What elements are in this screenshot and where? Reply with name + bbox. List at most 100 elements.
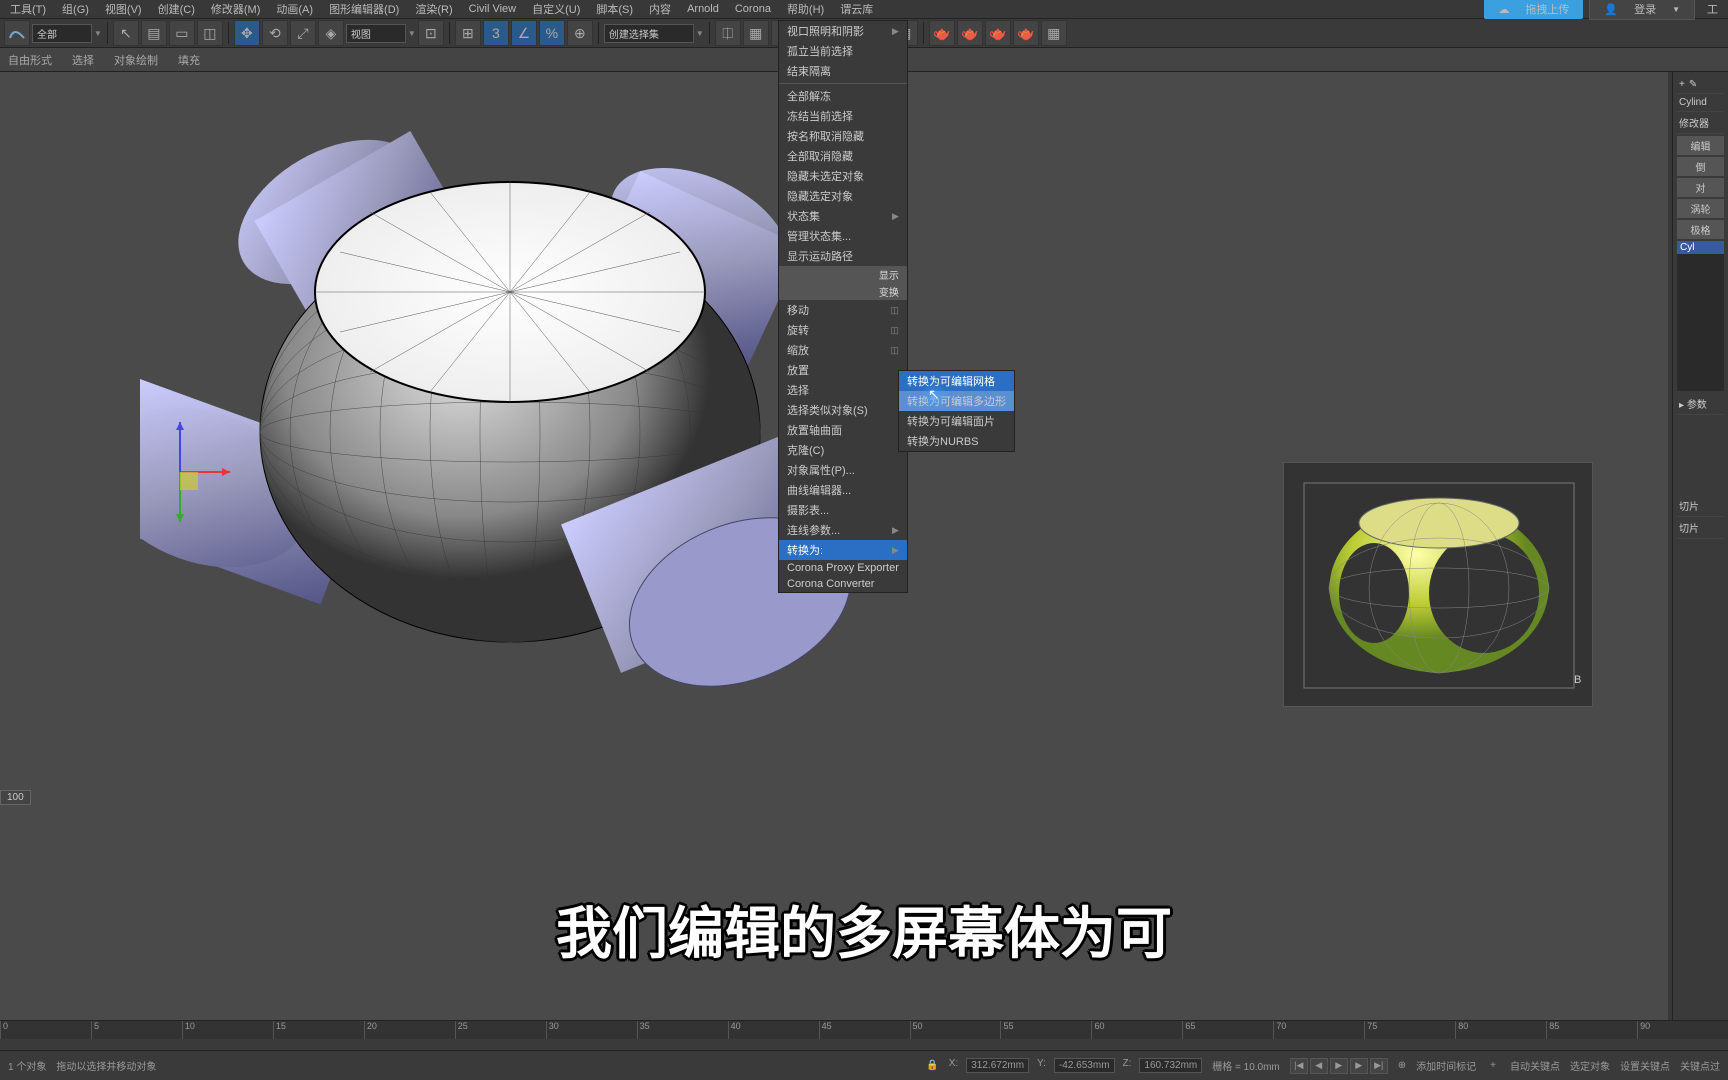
ribbon-tab-objpaint[interactable]: 对象绘制 — [114, 52, 158, 68]
logo-icon[interactable] — [4, 20, 30, 46]
lock-icon[interactable]: 🔒 — [926, 1060, 938, 1071]
pivot-button[interactable]: ⊡ — [418, 20, 444, 46]
selected-obj-label[interactable]: 选定对象 — [1570, 1058, 1610, 1073]
cm-end-isolate[interactable]: 结束隔离 — [779, 61, 907, 81]
menu-cloud[interactable]: 谓云库 — [834, 1, 879, 17]
select-region-button[interactable]: ▭ — [169, 20, 195, 46]
ribbon-tab-freeform[interactable]: 自由形式 — [8, 52, 52, 68]
selection-filter-dropdown[interactable]: 全部 — [32, 24, 92, 43]
cm-select[interactable]: 选择 — [779, 380, 907, 400]
cm-viewport-lighting[interactable]: 视口照明和阴影▶ — [779, 21, 907, 41]
modifier-stack[interactable]: Cyl — [1677, 241, 1724, 391]
menu-groups[interactable]: 组(G) — [56, 1, 95, 17]
timeline[interactable]: 0 5 10 15 20 25 30 35 40 45 50 55 60 65 … — [0, 1020, 1728, 1050]
cm-wire-params[interactable]: 连线参数...▶ — [779, 520, 907, 540]
scale-button[interactable]: ⤢ — [290, 20, 316, 46]
cm-isolate[interactable]: 孤立当前选择 — [779, 41, 907, 61]
timeline-frame-knob[interactable]: 100 — [0, 790, 31, 805]
menu-render[interactable]: 渲染(R) — [409, 1, 458, 17]
percent-snap-button[interactable]: % — [539, 20, 565, 46]
select-by-name-button[interactable]: ▤ — [141, 20, 167, 46]
menu-script[interactable]: 脚本(S) — [590, 1, 639, 17]
mod-btn-lattice[interactable]: 极格 — [1677, 220, 1724, 239]
goto-start-button[interactable]: |◀ — [1290, 1058, 1308, 1074]
cm-to-editmesh[interactable]: 转换为可编辑网格 — [899, 371, 1014, 391]
selection-set-dropdown[interactable]: 创建选择集 — [604, 24, 694, 43]
cm-place-pivot[interactable]: 放置轴曲面 — [779, 420, 907, 440]
autokey-button[interactable]: 自动关键点 — [1510, 1058, 1560, 1073]
coord-y[interactable]: -42.653mm — [1054, 1058, 1115, 1073]
mod-btn-bevel[interactable]: 倒 — [1677, 157, 1724, 176]
mod-btn-turbo[interactable]: 涡轮 — [1677, 199, 1724, 218]
select-button[interactable]: ↖ — [113, 20, 139, 46]
cm-to-editpatch[interactable]: 转换为可编辑面片 — [899, 411, 1014, 431]
cm-hide-sel[interactable]: 隐藏选定对象 — [779, 186, 907, 206]
prev-frame-button[interactable]: ◀ — [1310, 1058, 1328, 1074]
cm-move[interactable]: 移动◫ — [779, 300, 907, 320]
cm-convert-to[interactable]: 转换为:▶ — [779, 540, 907, 560]
menu-animation[interactable]: 动画(A) — [270, 1, 319, 17]
marker-icon[interactable]: ⊕ — [1398, 1060, 1406, 1071]
menu-graph-editor[interactable]: 图形编辑器(D) — [323, 1, 405, 17]
rotate-button[interactable]: ⟲ — [262, 20, 288, 46]
render-prod-button[interactable]: 🫖 — [1013, 20, 1039, 46]
place-button[interactable]: ◈ — [318, 20, 344, 46]
render-frame-button[interactable]: 🫖 — [957, 20, 983, 46]
cm-place[interactable]: 放置 — [779, 360, 907, 380]
coord-x[interactable]: 312.672mm — [966, 1058, 1029, 1073]
render-button[interactable]: 🫖 — [985, 20, 1011, 46]
params-rollout[interactable]: ▸ 参数 — [1677, 393, 1724, 415]
cm-to-editpoly[interactable]: 转换为可编辑多边形 — [899, 391, 1014, 411]
cm-clone[interactable]: 克隆(C) — [779, 440, 907, 460]
workspace-label[interactable]: 工 — [1701, 1, 1724, 17]
menu-help[interactable]: 帮助(H) — [781, 1, 830, 17]
window-crossing-button[interactable]: ◫ — [197, 20, 223, 46]
plus-icon[interactable]: + — [1679, 79, 1685, 90]
ribbon-tab-select[interactable]: 选择 — [72, 52, 94, 68]
upload-button[interactable]: ☁拖拽上传 — [1484, 0, 1583, 19]
object-name[interactable]: Cylind — [1677, 94, 1724, 112]
menu-arnold[interactable]: Arnold — [681, 3, 725, 15]
login-button[interactable]: 👤登录▼ — [1589, 0, 1695, 20]
setkey-button[interactable]: 设置关键点 — [1620, 1058, 1670, 1073]
cm-curve-editor[interactable]: 曲线编辑器... — [779, 480, 907, 500]
cm-show-motion[interactable]: 显示运动路径 — [779, 246, 907, 266]
ref-coord-dropdown[interactable]: 视图 — [346, 24, 406, 43]
align-button[interactable]: ▦ — [743, 20, 769, 46]
menu-customize[interactable]: 自定义(U) — [526, 1, 586, 17]
coord-z[interactable]: 160.732mm — [1139, 1058, 1202, 1073]
cm-state-sets[interactable]: 状态集▶ — [779, 206, 907, 226]
cm-rotate[interactable]: 旋转◫ — [779, 320, 907, 340]
mod-btn-sym[interactable]: 对 — [1677, 178, 1724, 197]
cm-corona-proxy[interactable]: Corona Proxy Exporter — [779, 560, 907, 576]
cm-unhide-byname[interactable]: 按名称取消隐藏 — [779, 126, 907, 146]
plus-key-button[interactable]: + — [1486, 1060, 1500, 1071]
key-filter-button[interactable]: 关键点过 — [1680, 1058, 1720, 1073]
menu-tools[interactable]: 工具(T) — [4, 1, 52, 17]
move-button[interactable]: ✥ — [234, 20, 260, 46]
mirror-button[interactable]: ⎅ — [715, 20, 741, 46]
cm-to-nurbs[interactable]: 转换为NURBS — [899, 431, 1014, 451]
cm-hide-unsel[interactable]: 隐藏未选定对象 — [779, 166, 907, 186]
next-frame-button[interactable]: ▶ — [1350, 1058, 1368, 1074]
cm-manage-state[interactable]: 管理状态集... — [779, 226, 907, 246]
cm-corona-converter[interactable]: Corona Converter — [779, 576, 907, 592]
cm-select-similar[interactable]: 选择类似对象(S) — [779, 400, 907, 420]
mod-btn-edit[interactable]: 编辑 — [1677, 136, 1724, 155]
menu-modifiers[interactable]: 修改器(M) — [205, 1, 267, 17]
cm-obj-props[interactable]: 对象属性(P)... — [779, 460, 907, 480]
snap-button[interactable]: ⊞ — [455, 20, 481, 46]
snap-3d-button[interactable]: 3 — [483, 20, 509, 46]
menu-create[interactable]: 创建(C) — [152, 1, 201, 17]
ribbon-tab-fill[interactable]: 填充 — [178, 52, 200, 68]
menu-corona[interactable]: Corona — [729, 3, 777, 15]
cm-unfreeze-all[interactable]: 全部解冻 — [779, 86, 907, 106]
menu-view[interactable]: 视图(V) — [99, 1, 148, 17]
cm-dope-sheet[interactable]: 摄影表... — [779, 500, 907, 520]
play-button[interactable]: ▶ — [1330, 1058, 1348, 1074]
menu-civilview[interactable]: Civil View — [463, 3, 522, 15]
render-setup-button[interactable]: 🫖 — [929, 20, 955, 46]
menu-content[interactable]: 内容 — [643, 1, 677, 17]
angle-snap-button[interactable]: ∠ — [511, 20, 537, 46]
spinner-snap-button[interactable]: ⊕ — [567, 20, 593, 46]
